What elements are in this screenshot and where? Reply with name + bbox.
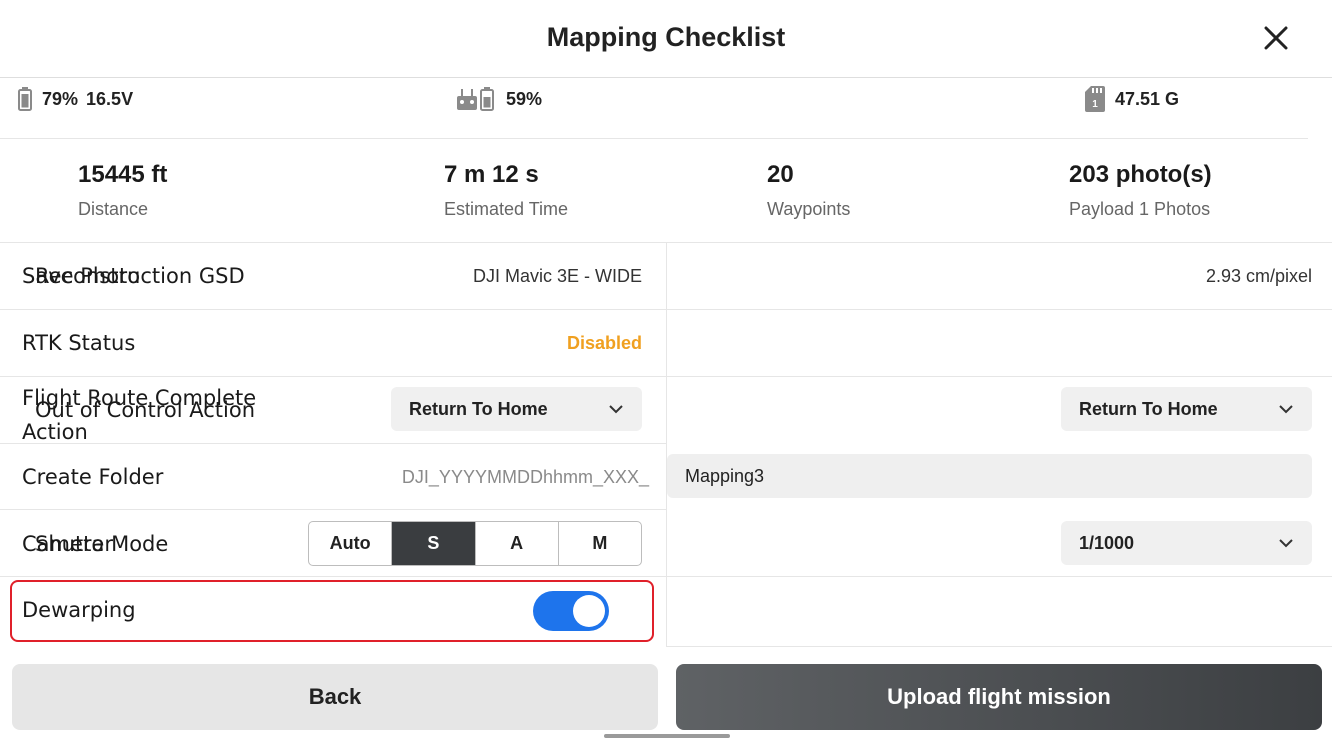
- camera-mode-selector: Auto S A M: [308, 521, 642, 566]
- chevron-down-icon: [1279, 539, 1293, 548]
- battery-icon: [18, 87, 32, 111]
- stat-label: Waypoints: [767, 199, 851, 219]
- mission-stats: 15445 ft Distance 7 m 12 s Estimated Tim…: [0, 139, 1332, 243]
- header: Mapping Checklist: [0, 0, 1332, 78]
- sd-card-icon: 1: [1085, 86, 1105, 112]
- rtk-status-label: RTK Status: [22, 331, 136, 355]
- stat-value: 20: [767, 161, 794, 188]
- folder-prefix: DJI_YYYYMMDDhhmm_XXX_: [401, 467, 649, 487]
- stat-value: 203 photo(s): [1069, 161, 1212, 188]
- stat-waypoints: 20 Waypoints: [767, 161, 850, 220]
- select-value: Return To Home: [1079, 398, 1218, 419]
- back-button[interactable]: Back: [12, 664, 658, 730]
- home-indicator: [604, 734, 730, 738]
- aircraft-battery-percent: 79%: [42, 88, 79, 109]
- rc-battery-status: 59%: [456, 84, 542, 114]
- divider: [0, 309, 1332, 310]
- storage-status: 1 47.51 G: [1085, 84, 1179, 114]
- folder-name-input[interactable]: [667, 454, 1312, 498]
- camera-mode-s[interactable]: S: [392, 522, 476, 565]
- select-value: Return To Home: [409, 398, 548, 419]
- status-bar: 79% 16.5V 59% 1 47.51 G: [0, 80, 1332, 138]
- aircraft-battery-voltage: 16.5V: [86, 88, 134, 109]
- stat-photos: 203 photo(s) Payload 1 Photos: [1069, 161, 1212, 220]
- page-title: Mapping Checklist: [546, 22, 786, 52]
- stat-label: Distance: [78, 199, 149, 219]
- camera-mode-a[interactable]: A: [476, 522, 559, 565]
- dewarping-label: Dewarping: [22, 598, 136, 622]
- toggle-knob: [573, 595, 605, 627]
- route-complete-action-select[interactable]: Return To Home: [391, 387, 642, 431]
- divider: [667, 646, 1332, 647]
- svg-text:1: 1: [1092, 99, 1098, 110]
- gsd-label: Reconstruction GSD: [35, 264, 245, 288]
- out-of-control-label: Out of Control Action: [35, 398, 256, 422]
- stat-value: 15445 ft: [78, 161, 168, 188]
- stat-label: Estimated Time: [444, 199, 569, 219]
- stat-distance: 15445 ft Distance: [78, 161, 167, 220]
- rtk-status-value: Disabled: [566, 333, 642, 353]
- upload-flight-mission-button[interactable]: Upload flight mission: [676, 664, 1322, 730]
- divider: [0, 509, 666, 510]
- save-photo-value: DJI Mavic 3E - WIDE: [472, 266, 642, 286]
- aircraft-battery-status: 79% 16.5V: [18, 84, 133, 114]
- shutter-label: Shutter: [35, 532, 113, 556]
- divider: [0, 376, 1332, 377]
- storage-remaining: 47.51 G: [1115, 88, 1180, 109]
- out-of-control-select[interactable]: Return To Home: [1061, 387, 1312, 431]
- column-divider: [666, 243, 667, 647]
- chevron-down-icon: [609, 405, 623, 414]
- divider: [0, 576, 1332, 577]
- select-value: 1/1000: [1079, 532, 1135, 553]
- gsd-value: 2.93 cm/pixel: [1205, 266, 1312, 286]
- remote-controller-battery-icon: [456, 87, 496, 111]
- stat-value: 7 m 12 s: [444, 161, 539, 188]
- rc-battery-percent: 59%: [506, 88, 543, 109]
- camera-mode-m[interactable]: M: [559, 522, 641, 565]
- shutter-select[interactable]: 1/1000: [1061, 521, 1312, 565]
- close-icon[interactable]: [1260, 22, 1292, 54]
- close-button[interactable]: [1260, 22, 1292, 54]
- stat-estimated-time: 7 m 12 s Estimated Time: [444, 161, 568, 220]
- chevron-down-icon: [1279, 405, 1293, 414]
- camera-mode-auto[interactable]: Auto: [309, 522, 393, 565]
- dewarping-toggle[interactable]: [533, 591, 609, 631]
- create-folder-label: Create Folder: [22, 465, 164, 489]
- stat-label: Payload 1 Photos: [1069, 199, 1211, 219]
